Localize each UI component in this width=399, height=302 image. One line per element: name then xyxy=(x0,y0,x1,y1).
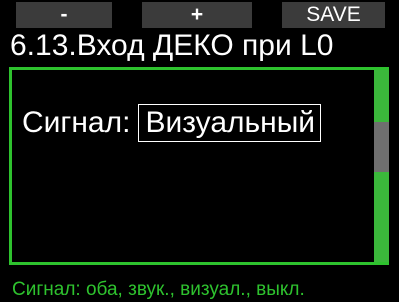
decrease-button[interactable]: - xyxy=(16,2,112,28)
increase-button[interactable]: + xyxy=(142,2,252,28)
settings-panel: Сигнал: Визуальный xyxy=(9,67,389,265)
save-button[interactable]: SAVE xyxy=(282,2,385,28)
scroll-thumb[interactable] xyxy=(374,122,389,172)
scrollbar[interactable] xyxy=(374,70,389,262)
signal-value-selector[interactable]: Визуальный xyxy=(138,104,322,142)
signal-setting-row[interactable]: Сигнал: Визуальный xyxy=(22,104,322,144)
page-title: 6.13.Вход ДЕКО при L0 xyxy=(10,29,334,62)
options-hint: Сигнал: оба, звук., визуал., выкл. xyxy=(12,279,305,300)
signal-label: Сигнал: xyxy=(22,106,131,139)
softkey-bar: - + SAVE xyxy=(0,0,399,30)
